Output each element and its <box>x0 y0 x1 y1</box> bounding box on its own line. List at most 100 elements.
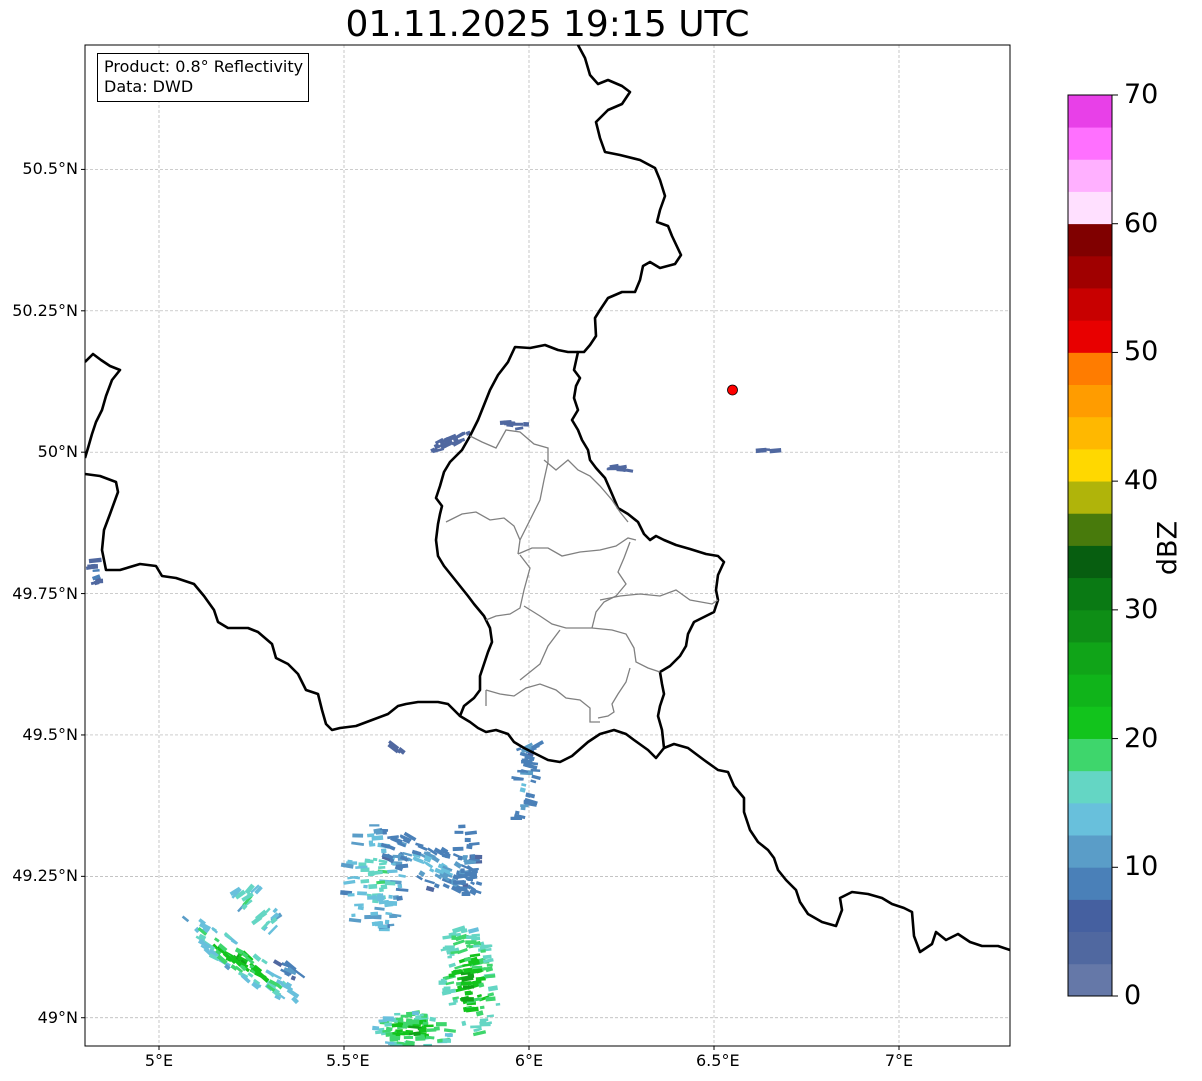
y-tick-label: 49.5°N <box>22 724 78 744</box>
radar-figure: 01.11.2025 19:15 UTC Product: 0.8° Refle… <box>0 0 1202 1081</box>
radar-echo-cell <box>520 804 529 808</box>
radar-echo-cell <box>467 927 480 934</box>
colorbar-segment <box>1068 255 1112 289</box>
radar-echo-cell <box>372 1025 380 1031</box>
radar-echo-cell <box>378 887 384 893</box>
radar-echo-cell <box>530 779 537 784</box>
colorbar-segment <box>1068 448 1112 482</box>
radar-echo-cell <box>523 421 530 427</box>
radar-echo-cell <box>378 862 387 866</box>
radar-echo-cell <box>462 855 468 858</box>
belgium-netherlands-border <box>85 352 122 459</box>
radar-echo-cell <box>407 1019 420 1025</box>
colorbar-segment <box>1068 159 1112 192</box>
x-tick-label: 5.5°E <box>326 1051 370 1070</box>
colorbar-segment <box>1068 191 1112 225</box>
radar-echo-cell <box>378 865 386 870</box>
colorbar-segment <box>1068 95 1112 128</box>
colorbar-segment <box>1068 899 1112 933</box>
radar-echo-cell <box>521 759 533 764</box>
radar-echo-cell <box>458 824 466 829</box>
location-marker <box>727 384 738 396</box>
radar-echo-cell <box>252 953 262 962</box>
radar-echo-cell <box>480 949 486 953</box>
radar-echo-cell <box>415 1036 426 1041</box>
x-tick-label: 7°E <box>884 1051 914 1070</box>
colorbar-segment <box>1068 963 1112 997</box>
radar-echo-cell <box>454 873 466 880</box>
radar-echo-cell <box>395 887 409 892</box>
colorbar-segment <box>1068 384 1112 418</box>
y-tick-label: 49.75°N <box>12 583 78 603</box>
radar-echo-cell <box>382 829 387 835</box>
belgium-france-border <box>85 472 461 732</box>
radar-echo-cell <box>453 999 458 1003</box>
radar-echo-cell <box>453 861 463 869</box>
radar-echo-cell <box>354 903 364 907</box>
y-tick-label: 50.25°N <box>12 300 78 320</box>
radar-echo-cell <box>487 985 498 992</box>
radar-echo-cell <box>466 935 477 940</box>
radar-echo-cell <box>380 848 387 854</box>
y-tick-label: 49.25°N <box>12 866 78 886</box>
x-tick-label: 5°E <box>144 1051 174 1070</box>
radar-echo-cell <box>368 883 378 890</box>
radar-echo-cell <box>291 996 300 1005</box>
colorbar-tick-label: 20 <box>1124 722 1159 754</box>
colorbar-segment <box>1068 577 1112 611</box>
radar-echo-cell <box>384 919 390 925</box>
x-axis-ticks <box>158 1046 900 1050</box>
radar-echo-cell <box>461 997 474 1002</box>
data-source-label: Data: DWD <box>104 77 194 96</box>
radar-echo-cell <box>453 880 466 885</box>
radar-echo-cell <box>440 978 446 983</box>
radar-echo-cell <box>470 854 476 859</box>
radar-echo-cell <box>267 924 279 936</box>
radar-echo-cell <box>514 426 524 431</box>
radar-echo-cell <box>456 886 468 891</box>
radar-echo-cell <box>513 777 523 781</box>
radar-echo-cell <box>514 810 520 815</box>
radar-echo-cell <box>87 564 99 570</box>
radar-echo-cell <box>472 944 480 948</box>
radar-echo-cell <box>464 990 472 996</box>
radar-echo-cell <box>347 876 355 880</box>
radar-echo-cell <box>435 1022 447 1027</box>
radar-echo-cell <box>374 906 385 911</box>
radar-echo-cell <box>484 974 496 979</box>
product-info-box: Product: 0.8° Reflectivity Data: DWD <box>97 53 310 102</box>
radar-echo-cell <box>357 905 364 911</box>
radar-echo-cell <box>360 878 370 884</box>
radar-echo-cell <box>461 975 474 982</box>
radar-echo-cell <box>261 958 268 965</box>
radar-echo-cell <box>411 1010 420 1016</box>
colorbar-label: dBZ <box>1152 520 1184 576</box>
radar-echo-cell <box>479 1005 485 1010</box>
radar-echo-cell <box>525 792 536 799</box>
colorbar-segment <box>1068 320 1112 353</box>
radar-echo-cell <box>400 1014 413 1018</box>
radar-echo-cell <box>369 824 380 827</box>
radar-echo-cell <box>479 1018 489 1022</box>
luxembourg-west-border <box>434 343 666 764</box>
radar-echo-cell <box>442 883 450 889</box>
radar-echo-cell <box>363 884 368 889</box>
radar-echo-cell <box>290 975 297 981</box>
colorbar-segment <box>1068 288 1112 321</box>
radar-echo-cell <box>424 879 435 885</box>
radar-echo-cell <box>348 917 362 923</box>
radar-echo-cell <box>352 833 364 838</box>
colorbar-segment <box>1068 481 1112 514</box>
radar-echo-cell <box>389 914 398 919</box>
radar-echo-cell <box>391 1022 399 1028</box>
colorbar-segment <box>1068 706 1112 739</box>
colorbar-segment <box>1068 674 1112 707</box>
colorbar-segment <box>1068 642 1112 675</box>
radar-echo-cell <box>213 937 220 943</box>
radar-echo-cell <box>486 1014 495 1018</box>
colorbar-segment <box>1068 802 1112 836</box>
radar-echo-cell <box>476 993 483 998</box>
colorbar-tick-label: 10 <box>1124 851 1159 883</box>
radar-echo-cell <box>447 955 452 959</box>
y-tick-label: 49°N <box>37 1007 78 1027</box>
